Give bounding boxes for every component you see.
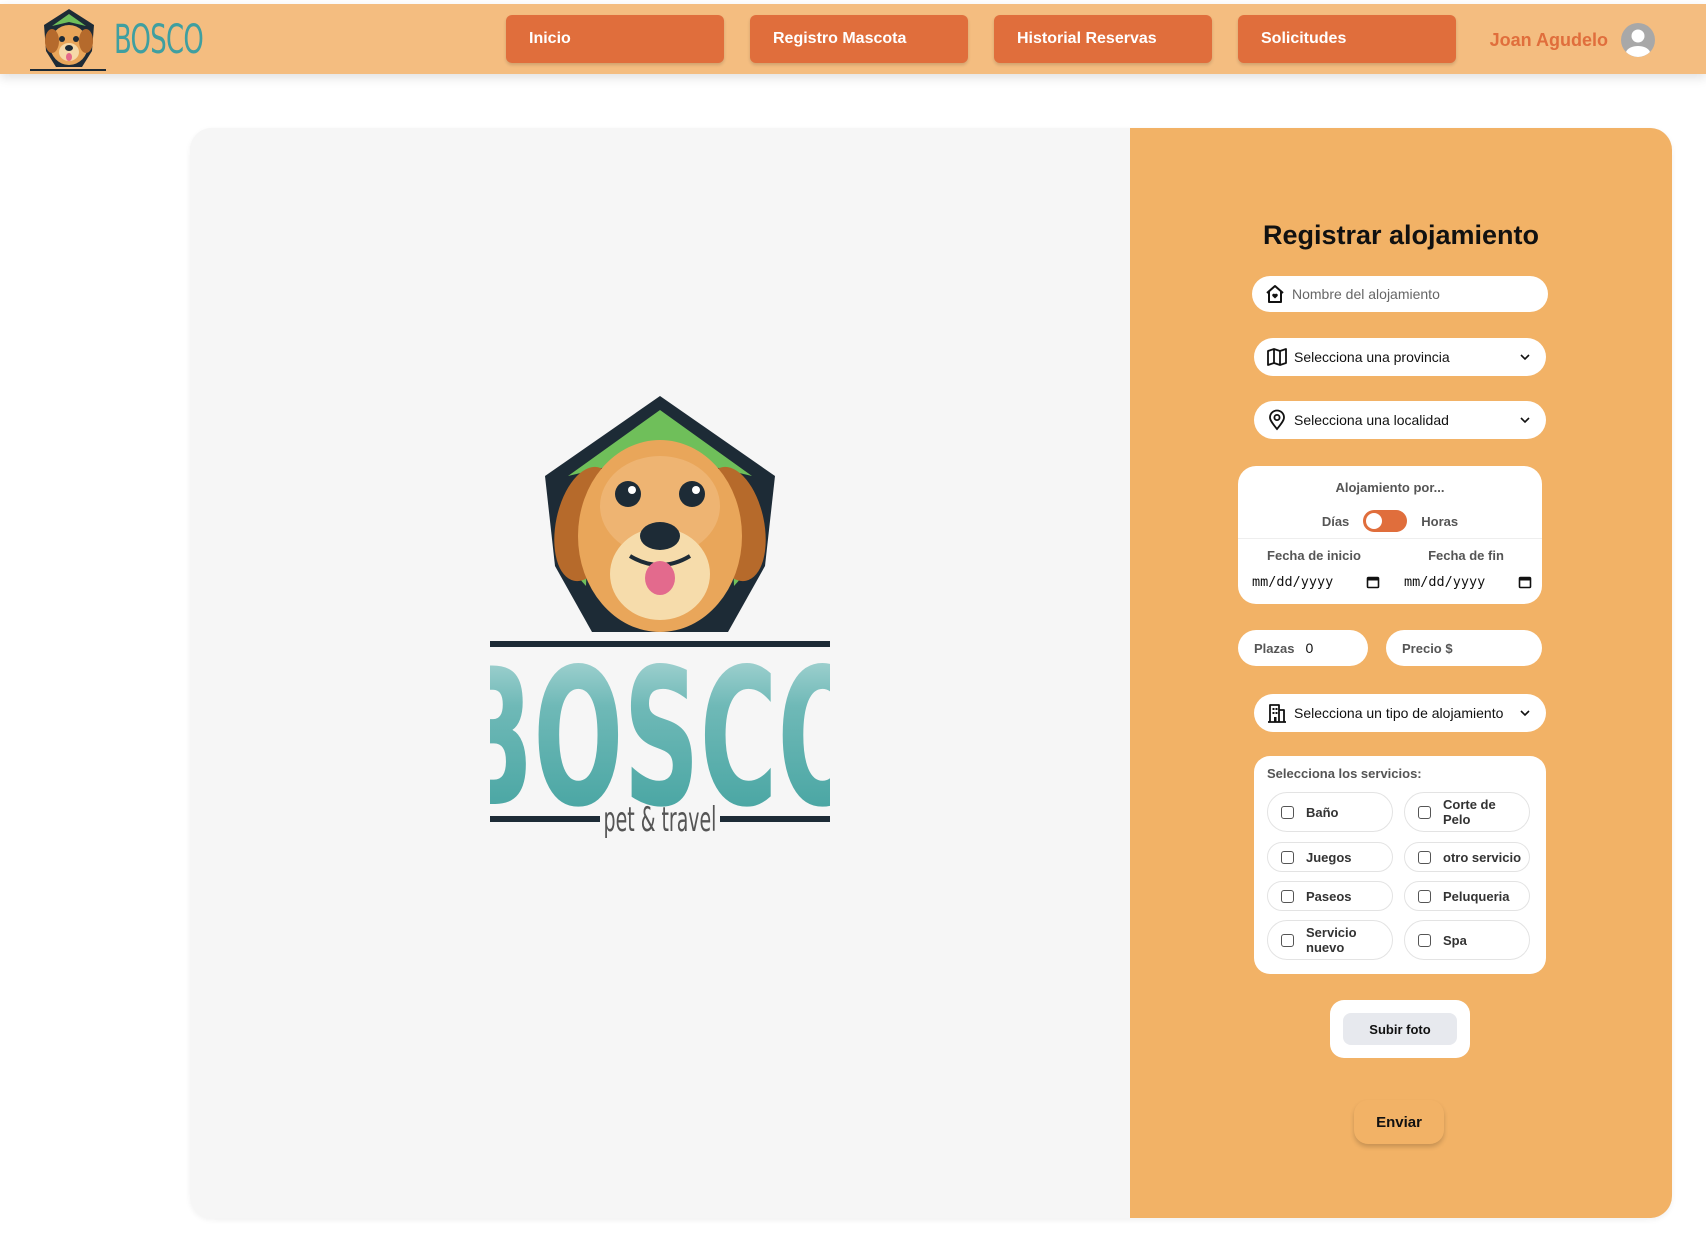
- logo-panel: BOSCO pet & travel: [190, 128, 1130, 1218]
- service-label: Spa: [1443, 932, 1467, 948]
- accommodation-name-field[interactable]: [1252, 276, 1548, 312]
- checkbox[interactable]: [1281, 805, 1294, 819]
- toggle-knob: [1366, 513, 1383, 529]
- plazas-field[interactable]: Plazas 0: [1238, 630, 1368, 666]
- service-label: Juegos: [1306, 849, 1352, 865]
- toggle-days-label: Días: [1321, 513, 1350, 529]
- main-card: BOSCO pet & travel Registrar alojamiento…: [190, 128, 1672, 1218]
- submit-button[interactable]: Enviar: [1354, 1100, 1444, 1144]
- locality-select[interactable]: Selecciona una localidad: [1254, 401, 1546, 439]
- stay-period-label: Alojamiento por...: [1335, 480, 1445, 495]
- dog-logo-icon: [30, 9, 106, 71]
- plazas-value[interactable]: 0: [1305, 640, 1313, 656]
- service-option[interactable]: Peluqueria: [1404, 881, 1530, 911]
- service-label: Peluqueria: [1443, 888, 1510, 904]
- province-select[interactable]: Selecciona una provincia: [1254, 338, 1546, 376]
- divider: [1238, 538, 1542, 539]
- building-icon: [1268, 704, 1286, 723]
- days-hours-toggle[interactable]: [1363, 510, 1408, 532]
- checkbox[interactable]: [1418, 889, 1431, 903]
- price-field[interactable]: Precio $: [1386, 630, 1542, 666]
- service-label: otro servicio: [1443, 849, 1522, 865]
- end-date-value: mm/dd/yyyy: [1404, 574, 1486, 590]
- checkbox[interactable]: [1418, 805, 1431, 819]
- services-label: Selecciona los servicios:: [1267, 766, 1422, 781]
- end-date-label: Fecha de fin: [1428, 548, 1504, 563]
- chevron-down-icon: [1520, 710, 1530, 717]
- checkbox[interactable]: [1418, 933, 1431, 947]
- start-date-value: mm/dd/yyyy: [1252, 574, 1334, 590]
- service-option[interactable]: Paseos: [1267, 881, 1393, 911]
- service-label: Paseos: [1306, 888, 1352, 904]
- bosco-logo-image: BOSCO pet & travel: [490, 396, 830, 850]
- checkbox[interactable]: [1281, 850, 1294, 864]
- house-icon: [1266, 285, 1284, 303]
- calendar-icon[interactable]: [1518, 575, 1532, 589]
- locality-select-value: Selecciona una localidad: [1294, 412, 1449, 428]
- calendar-icon[interactable]: [1366, 575, 1380, 589]
- service-option[interactable]: otro servicio: [1404, 842, 1530, 872]
- province-select-value: Selecciona una provincia: [1294, 349, 1450, 365]
- checkbox[interactable]: [1281, 889, 1294, 903]
- accommodation-name-input[interactable]: [1292, 286, 1548, 302]
- avatar-icon: [1621, 23, 1655, 57]
- service-label: Baño: [1306, 804, 1339, 820]
- service-label: Corte de Pelo: [1443, 797, 1496, 827]
- checkbox[interactable]: [1281, 933, 1294, 947]
- top-navbar: BOSCO Inicio Registro Mascota Historial …: [0, 4, 1706, 74]
- nav-solicitudes-button[interactable]: Solicitudes: [1238, 15, 1456, 63]
- start-date-input[interactable]: mm/dd/yyyy: [1252, 574, 1380, 590]
- service-option[interactable]: Baño: [1267, 792, 1393, 832]
- stay-period-box: Alojamiento por... Días Horas Fecha de i…: [1238, 466, 1542, 604]
- accommodation-type-select[interactable]: Selecciona un tipo de alojamiento: [1254, 694, 1546, 732]
- accommodation-type-value: Selecciona un tipo de alojamiento: [1294, 705, 1504, 721]
- service-label: Servicio nuevo: [1306, 925, 1357, 955]
- registration-form: Registrar alojamiento Selecciona una pro…: [1130, 128, 1672, 1218]
- chevron-down-icon: [1520, 417, 1530, 424]
- start-date-label: Fecha de inicio: [1267, 548, 1361, 563]
- nav-historial-reservas-button[interactable]: Historial Reservas: [994, 15, 1212, 63]
- service-option[interactable]: Spa: [1404, 920, 1530, 960]
- toggle-hours-label: Horas: [1421, 513, 1459, 529]
- nav-inicio-button[interactable]: Inicio: [506, 15, 724, 63]
- user-menu[interactable]: Joan Agudelo: [1490, 22, 1656, 58]
- logo-tagline: pet & travel: [604, 800, 717, 840]
- upload-photo-button[interactable]: Subir foto: [1343, 1013, 1457, 1045]
- upload-box: Subir foto: [1330, 1000, 1470, 1058]
- checkbox[interactable]: [1418, 850, 1431, 864]
- service-option[interactable]: Juegos: [1267, 842, 1393, 872]
- brand[interactable]: BOSCO: [28, 8, 238, 72]
- form-title: Registrar alojamiento: [1262, 220, 1540, 250]
- services-box: Selecciona los servicios: Baño Corte de …: [1254, 756, 1546, 974]
- price-label: Precio $: [1402, 640, 1453, 656]
- brand-name: BOSCO: [114, 17, 204, 63]
- service-option[interactable]: Corte de Pelo: [1404, 792, 1530, 832]
- service-option[interactable]: Servicio nuevo: [1267, 920, 1393, 960]
- user-name: Joan Agudelo: [1489, 29, 1608, 50]
- nav-registro-mascota-button[interactable]: Registro Mascota: [750, 15, 968, 63]
- end-date-input[interactable]: mm/dd/yyyy: [1404, 574, 1532, 590]
- plazas-label: Plazas: [1254, 640, 1295, 656]
- chevron-down-icon: [1520, 354, 1530, 361]
- location-pin-icon: [1269, 409, 1285, 431]
- map-icon: [1267, 348, 1287, 366]
